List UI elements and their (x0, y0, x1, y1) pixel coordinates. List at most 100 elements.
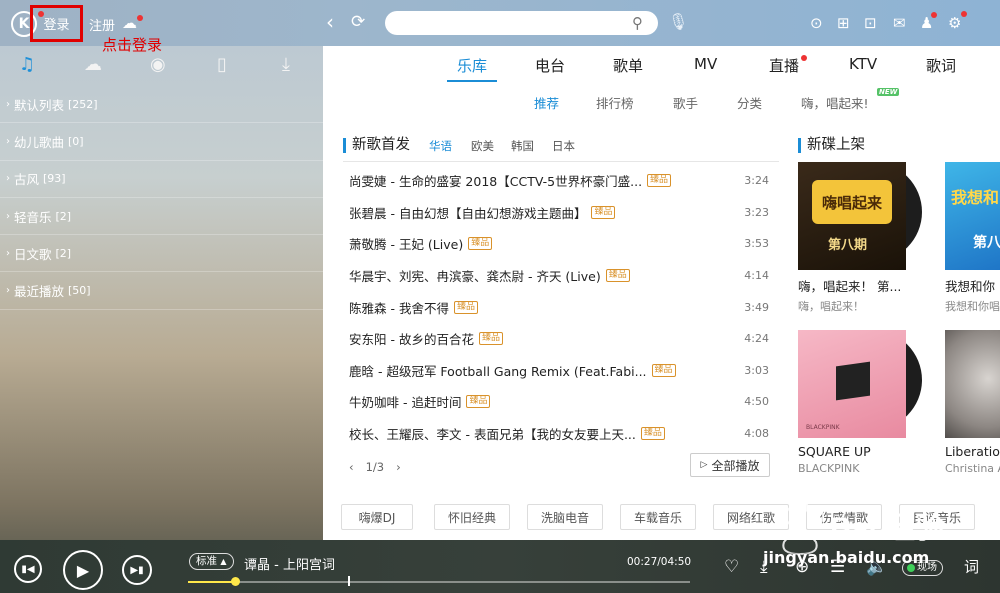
playlist-item[interactable]: › 最近播放 [50] (0, 272, 323, 310)
playlist-name: 古风 (14, 172, 40, 188)
playlist-item[interactable]: › 幼儿歌曲 [0] (0, 123, 323, 161)
cloud-icon[interactable]: ☁ (122, 14, 137, 32)
play-button[interactable]: ▶ (63, 550, 103, 590)
sub-tab-bar: 推荐 排行榜 歌手 分类 嗨，唱起来! NEW (323, 88, 1000, 116)
song-row[interactable]: 校长、王耀辰、李文 - 表面兄弟【我的女友要上天... 臻品 4:08 (349, 418, 779, 450)
chevron-right-icon: › (6, 135, 10, 147)
playlist-item[interactable]: › 轻音乐 [2] (0, 198, 323, 236)
tag-button[interactable]: 嗨爆DJ (341, 504, 413, 530)
chevron-right-icon: › (6, 98, 10, 110)
lang-tab-japanese[interactable]: 日本 (552, 138, 575, 154)
playlist-item[interactable]: › 古风 [93] (0, 161, 323, 198)
progress-handle[interactable] (230, 577, 240, 586)
tag-button[interactable]: 民谣音乐 (899, 504, 975, 530)
album-card[interactable]: Liberatio Christina A (945, 330, 1000, 475)
song-title: 萧敬腾 - 王妃 (Live) (349, 237, 464, 253)
apps-icon[interactable]: ⊞ (837, 13, 850, 33)
play-circle-icon[interactable]: ⊙ (810, 13, 823, 33)
radio-icon[interactable]: ◉ (150, 54, 166, 75)
subtab-charts[interactable]: 排行榜 (596, 93, 634, 112)
subtab-sing-along[interactable]: 嗨，唱起来! (801, 93, 869, 112)
album-artist: Christina A (945, 462, 1000, 475)
tag-button[interactable]: 伤感情歌 (806, 504, 882, 530)
playlist-item[interactable]: › 日文歌 [2] (0, 235, 323, 273)
progress-bar[interactable] (188, 577, 690, 586)
song-row[interactable]: 陈雅森 - 我舍不得 臻品 3:49 (349, 291, 779, 323)
music-note-icon[interactable]: ♫ (19, 54, 35, 75)
album-cover (945, 330, 1000, 438)
tab-mv[interactable]: MV (694, 55, 717, 73)
album-art (945, 330, 1000, 438)
playlist-name: 日文歌 (14, 246, 52, 262)
tab-ktv[interactable]: KTV (849, 55, 877, 73)
notification-dot (961, 11, 967, 17)
playback-time: 00:27/04:50 (627, 556, 692, 568)
mic-icon[interactable]: 🎙 (668, 12, 688, 31)
subtab-categories[interactable]: 分类 (737, 93, 762, 112)
subtab-recommend[interactable]: 推荐 (534, 93, 559, 112)
album-card[interactable]: BLACKPINK SQUARE UP BLACKPINK (798, 330, 922, 475)
lyrics-button[interactable]: 词 (964, 556, 979, 577)
album-title: 我想和你 (945, 279, 996, 294)
next-button[interactable]: ▶▮ (122, 555, 152, 585)
tag-button[interactable]: 网络红歌 (713, 504, 789, 530)
divider (343, 161, 779, 162)
lang-tab-korean[interactable]: 韩国 (511, 138, 534, 154)
previous-button[interactable]: ▮◀ (14, 555, 42, 583)
tag-button[interactable]: 车载音乐 (620, 504, 696, 530)
lang-tab-chinese[interactable]: 华语 (429, 138, 452, 154)
song-row[interactable]: 安东阳 - 故乡的百合花 臻品 4:24 (349, 323, 779, 355)
chevron-right-icon[interactable]: › (396, 460, 401, 474)
left-tab-bar: ♫ ☁ ◉ ▯ ⤓ (0, 46, 323, 86)
album-art-title: 我想和 (951, 188, 1000, 207)
chevron-right-icon: › (6, 173, 10, 185)
watermark-url: jingyan.baidu.com (763, 548, 930, 567)
download-icon[interactable]: ⤓ (282, 54, 290, 75)
quality-selector[interactable]: 标准 ▲ (189, 553, 234, 570)
playlist-name: 默认列表 (14, 97, 65, 113)
register-button[interactable]: 注册 (89, 15, 115, 34)
song-duration: 4:14 (744, 269, 769, 283)
main-panel: 乐库 电台 歌单 MV 直播 KTV 歌词 推荐 排行榜 歌手 分类 嗨，唱起来… (323, 46, 1000, 540)
playlist-list: › 默认列表 [252] › 幼儿歌曲 [0] › 古风 [93] › 轻音乐 [2] › 日文歌… (0, 86, 323, 310)
gear-icon[interactable]: ⚙ (948, 13, 961, 33)
subtab-singers[interactable]: 歌手 (673, 93, 698, 112)
tag-button[interactable]: 怀旧经典 (434, 504, 510, 530)
chevron-right-icon: › (6, 247, 10, 259)
song-title: 华晨宇、刘宪、冉滨豪、龚杰尉 - 齐天 (Live) (349, 269, 601, 285)
heart-icon[interactable]: ♡ (724, 557, 739, 577)
gamepad-icon[interactable]: ⊡ (864, 13, 877, 33)
tab-library[interactable]: 乐库 (457, 55, 487, 76)
song-row[interactable]: 萧敬腾 - 王妃 (Live) 臻品 3:53 (349, 228, 779, 260)
playlist-item[interactable]: › 默认列表 [252] (0, 86, 323, 124)
lossless-badge: 臻品 (647, 174, 672, 188)
tab-radio[interactable]: 电台 (535, 55, 565, 76)
tag-button[interactable]: 洗脑电音 (527, 504, 603, 530)
song-row[interactable]: 尚雯婕 - 生命的盛宴 2018【CCTV-5世界杯豪门盛... 臻品 3:24 (349, 165, 779, 197)
song-row[interactable]: 牛奶咖啡 - 追赶时间 臻品 4:50 (349, 386, 779, 418)
tab-lyrics[interactable]: 歌词 (926, 55, 956, 76)
song-duration: 3:24 (744, 174, 769, 188)
tab-playlists[interactable]: 歌单 (613, 55, 643, 76)
refresh-icon[interactable]: ⟳ (351, 11, 365, 33)
song-row[interactable]: 张碧晨 - 自由幻想【自由幻想游戏主题曲】 臻品 3:23 (349, 197, 779, 229)
lossless-badge: 臻品 (640, 427, 665, 441)
play-all-button[interactable]: ▷ 全部播放 (690, 453, 770, 477)
song-row[interactable]: 鹿晗 - 超级冠军 Football Gang Remix (Feat.Fabi… (349, 355, 779, 387)
mail-icon[interactable]: ✉ (893, 13, 906, 33)
album-cover: 我想和 第八 (945, 162, 1000, 270)
album-card[interactable]: 嗨唱起来 第八期 嗨，唱起来！ 第... 嗨，唱起来！ (798, 162, 922, 314)
search-icon[interactable]: ⚲ (632, 12, 643, 34)
song-row[interactable]: 华晨宇、刘宪、冉滨豪、龚杰尉 - 齐天 (Live) 臻品 4:14 (349, 260, 779, 292)
cloud-icon[interactable]: ☁ (84, 54, 102, 75)
lang-tab-western[interactable]: 欧美 (471, 138, 494, 154)
search-input[interactable] (385, 11, 658, 35)
new-song-list: 尚雯婕 - 生命的盛宴 2018【CCTV-5世界杯豪门盛... 臻品 3:24 张… (349, 165, 779, 449)
now-playing-title: 谭晶 - 上阳宫词 (244, 558, 335, 573)
tab-live[interactable]: 直播 (769, 55, 799, 76)
login-button[interactable]: 登录 (30, 5, 83, 42)
chevron-left-icon[interactable]: ‹ (349, 460, 354, 474)
album-card[interactable]: 我想和 第八 我想和你 我想和你唱 (945, 162, 1000, 314)
device-icon[interactable]: ▯ (217, 54, 227, 75)
chevron-left-icon[interactable]: ‹ (326, 10, 334, 34)
